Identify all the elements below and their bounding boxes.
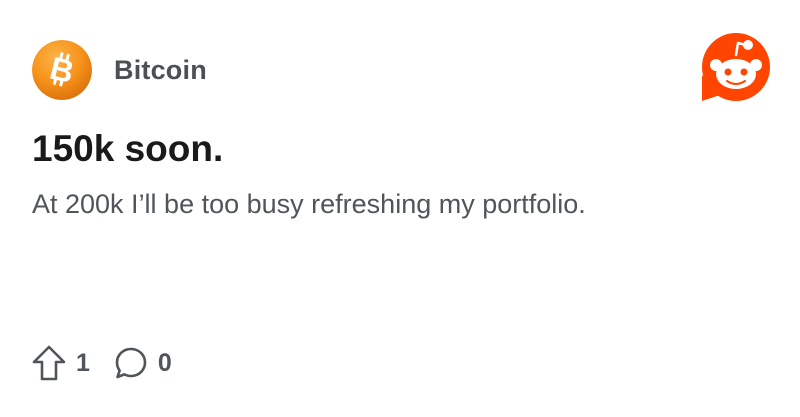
comment-bubble-icon: [115, 347, 147, 379]
upvote-arrow-icon: [32, 345, 66, 381]
post-header: B Bitcoin: [32, 40, 207, 100]
upvote-count: 1: [76, 348, 90, 377]
bitcoin-logo-icon[interactable]: B: [32, 40, 92, 100]
post-body: At 200k I’ll be too busy refreshing my p…: [32, 189, 586, 219]
post-title[interactable]: 150k soon.: [32, 126, 223, 172]
upvote-button[interactable]: 1: [32, 345, 90, 381]
reddit-logo-icon[interactable]: [698, 31, 770, 103]
comment-count: 0: [157, 348, 172, 377]
community-name[interactable]: Bitcoin: [114, 55, 207, 86]
post-actions: 1 0: [32, 344, 172, 382]
post-card: B Bitcoin 150k soon. At 200k I’ll be too…: [0, 0, 800, 417]
comments-button[interactable]: 0: [114, 346, 172, 380]
